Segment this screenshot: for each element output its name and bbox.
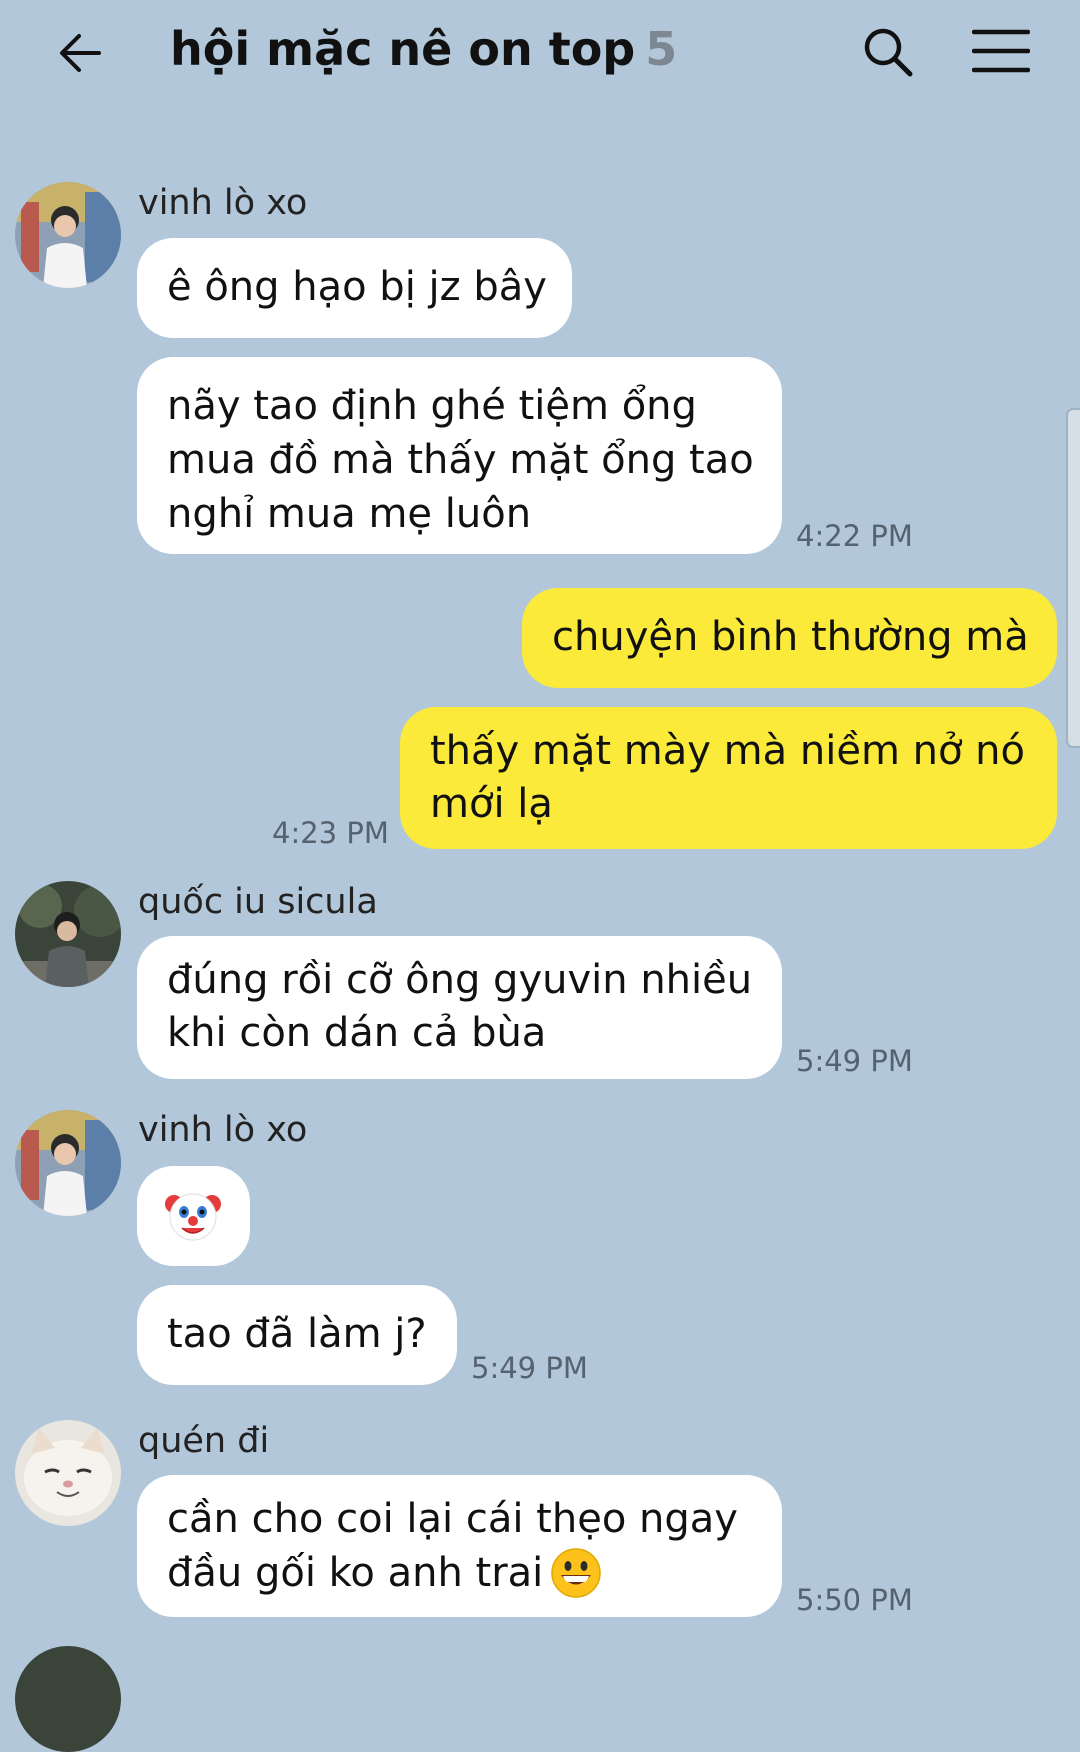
member-count: 5 (645, 22, 678, 76)
message-text-line: khi còn dán cả bùa (167, 1010, 547, 1056)
avatar-quen[interactable] (15, 1420, 121, 1526)
message-text-line: nghỉ mua mẹ luôn (167, 491, 532, 537)
message-text-line: nãy tao định ghé tiệm ổng (167, 383, 697, 429)
sender-name: quốc iu sicula (138, 882, 378, 922)
grinning-face-emoji (551, 1548, 602, 1598)
message-time: 4:23 PM (272, 816, 389, 850)
message-time: 4:22 PM (796, 519, 913, 553)
search-icon[interactable] (862, 26, 914, 78)
chat-title-text: hội mặc nê on top (170, 22, 636, 76)
menu-icon[interactable] (972, 28, 1030, 74)
message-text-line: đầu gối ko anh trai (167, 1546, 603, 1600)
my-message-bubble[interactable]: thấy mặt mày mà niềm nở nó mới lạ (400, 707, 1057, 849)
sender-name: vinh lò xo (138, 183, 308, 223)
message-bubble[interactable]: cần cho coi lại cái thẹo ngay đầu gối ko… (137, 1475, 782, 1617)
message-bubble[interactable]: đúng rồi cỡ ông gyuvin nhiều khi còn dán… (137, 936, 782, 1079)
scrollbar[interactable] (1066, 408, 1080, 748)
avatar-vinh[interactable] (15, 1110, 121, 1216)
sender-name: vinh lò xo (138, 1110, 308, 1150)
my-message-bubble[interactable]: chuyện bình thường mà (522, 588, 1057, 688)
message-text: chuyện bình thường mà (552, 614, 1029, 660)
message-bubble[interactable] (137, 1166, 250, 1266)
message-time: 5:49 PM (471, 1351, 588, 1385)
clown-face-emoji (165, 1193, 221, 1241)
message-time: 5:50 PM (796, 1583, 913, 1617)
sender-name: quén đi (138, 1421, 270, 1461)
chat-header: hội mặc nê on top 5 (0, 0, 1080, 110)
message-text-line: đúng rồi cỡ ông gyuvin nhiều (167, 957, 753, 1003)
message-bubble[interactable]: ê ông hạo bị jz bây (137, 238, 572, 338)
avatar-partial[interactable] (15, 1646, 121, 1752)
avatar-vinh[interactable] (15, 182, 121, 288)
message-text: đầu gối ko anh trai (167, 1549, 544, 1596)
chat-title: hội mặc nê on top 5 (170, 22, 677, 76)
message-text-line: mới lạ (430, 781, 553, 827)
avatar-quoc[interactable] (15, 881, 121, 987)
message-text-line: cần cho coi lại cái thẹo ngay (167, 1496, 738, 1542)
message-text: ê ông hạo bị jz bây (167, 264, 547, 310)
message-bubble[interactable]: tao đã làm j? (137, 1285, 457, 1385)
message-bubble[interactable]: nãy tao định ghé tiệm ổng mua đồ mà thấy… (137, 357, 782, 554)
message-text-line: mua đồ mà thấy mặt ổng tao (167, 437, 754, 483)
message-text: tao đã làm j? (167, 1311, 427, 1357)
message-time: 5:49 PM (796, 1044, 913, 1078)
message-text-line: thấy mặt mày mà niềm nở nó (430, 728, 1025, 774)
back-arrow-icon[interactable] (55, 28, 105, 78)
